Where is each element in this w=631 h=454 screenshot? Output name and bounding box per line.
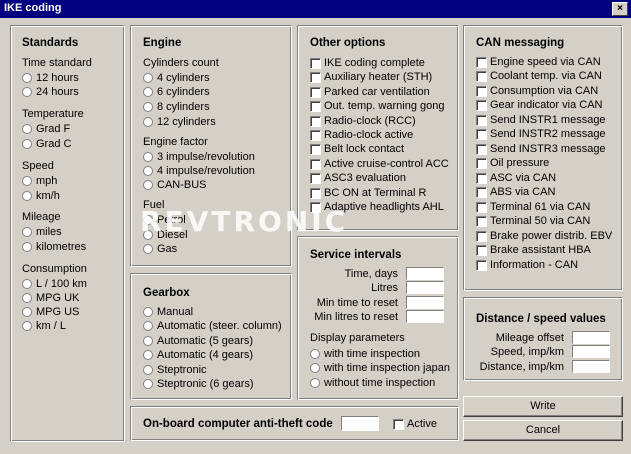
min-time-reset-input[interactable] (406, 296, 444, 309)
checkbox-icon (310, 58, 321, 69)
time-standard-label: Time standard (22, 57, 92, 69)
radio-icon (143, 117, 153, 127)
radio-icon (22, 124, 32, 134)
radio-icon (143, 365, 153, 375)
checkbox-icon (476, 115, 487, 126)
checkbox-icon (476, 129, 487, 140)
radio-icon (143, 307, 153, 317)
window-title: IKE coding (4, 2, 62, 14)
checkbox-icon (310, 144, 321, 155)
display-parameters-label: Display parameters (310, 332, 405, 344)
consumption-label: Consumption (22, 263, 87, 275)
checkbox-icon (476, 100, 487, 111)
checkbox-icon (310, 87, 321, 98)
litres-label: Litres (371, 282, 398, 294)
radio-icon (22, 321, 32, 331)
checkbox-icon (393, 419, 404, 430)
checkbox-icon (476, 187, 487, 198)
radio-icon (22, 73, 32, 83)
radio-icon (143, 350, 153, 360)
anti-theft-code-input[interactable] (341, 416, 379, 431)
speed-label: Speed (22, 160, 54, 172)
radio-icon (143, 244, 153, 254)
standards-title: Standards (22, 37, 79, 49)
radio-icon (143, 321, 153, 331)
gearbox-title: Gearbox (143, 287, 190, 299)
distance-imp-km-input[interactable] (572, 360, 610, 373)
engine-title: Engine (143, 37, 182, 49)
radio-icon (143, 73, 153, 83)
other-options-title: Other options (310, 37, 386, 49)
close-button[interactable]: × (612, 2, 628, 16)
radio-icon (143, 180, 153, 190)
checkbox-icon (476, 86, 487, 97)
radio-icon (143, 87, 153, 97)
radio-icon (143, 336, 153, 346)
anti-theft-title: On-board computer anti-theft code (143, 418, 333, 430)
mileage-label: Mileage (22, 211, 61, 223)
radio-icon (310, 363, 320, 373)
radio-icon (22, 139, 32, 149)
min-litres-reset-input[interactable] (406, 310, 444, 323)
checkbox-icon (310, 173, 321, 184)
radio-icon (143, 152, 153, 162)
radio-icon (310, 349, 320, 359)
temperature-label: Temperature (22, 108, 84, 120)
litres-input[interactable] (406, 281, 444, 294)
checkbox-icon (476, 216, 487, 227)
radio-icon (143, 166, 153, 176)
checkbox-icon (476, 260, 487, 271)
checkbox-icon (310, 101, 321, 112)
cylinders-count-label: Cylinders count (143, 57, 219, 69)
checkbox-icon (310, 72, 321, 83)
speed-imp-km-label: Speed, imp/km (490, 346, 564, 358)
radio-icon (22, 279, 32, 289)
time-days-input[interactable] (406, 267, 444, 280)
distance-speed-title: Distance / speed values (476, 313, 606, 325)
distance-imp-km-label: Distance, imp/km (479, 361, 564, 373)
time-days-label: Time, days (344, 268, 398, 280)
checkbox-icon (476, 202, 487, 213)
checkbox-icon (476, 245, 487, 256)
radio-icon (143, 102, 153, 112)
mileage-offset-label: Mileage offset (495, 332, 564, 344)
cancel-button[interactable]: Cancel (463, 420, 623, 441)
speed-imp-km-input[interactable] (572, 345, 610, 358)
checkbox-icon (476, 173, 487, 184)
radio-icon (22, 293, 32, 303)
service-intervals-title: Service intervals (310, 249, 402, 261)
checkbox-icon (310, 130, 321, 141)
checkbox-icon (476, 144, 487, 155)
radio-icon (22, 176, 32, 186)
checkbox-icon (310, 159, 321, 170)
watermark-logo: REVTRONIC (140, 205, 349, 238)
radio-icon (22, 242, 32, 252)
radio-icon (22, 87, 32, 97)
checkbox-icon (310, 116, 321, 127)
checkbox-icon (476, 231, 487, 242)
radio-icon (22, 227, 32, 237)
radio-icon (310, 378, 320, 388)
radio-icon (22, 307, 32, 317)
can-messaging-title: CAN messaging (476, 37, 565, 49)
min-time-reset-label: Min time to reset (316, 297, 398, 309)
min-litres-reset-label: Min litres to reset (314, 311, 398, 323)
checkbox-icon (310, 188, 321, 199)
checkbox-icon (476, 158, 487, 169)
mileage-offset-input[interactable] (572, 331, 610, 344)
radio-icon (22, 191, 32, 201)
title-bar: IKE coding × (0, 0, 631, 18)
radio-icon (143, 379, 153, 389)
checkbox-icon (476, 57, 487, 68)
engine-factor-label: Engine factor (143, 136, 208, 148)
write-button[interactable]: Write (463, 396, 623, 417)
checkbox-icon (476, 71, 487, 82)
